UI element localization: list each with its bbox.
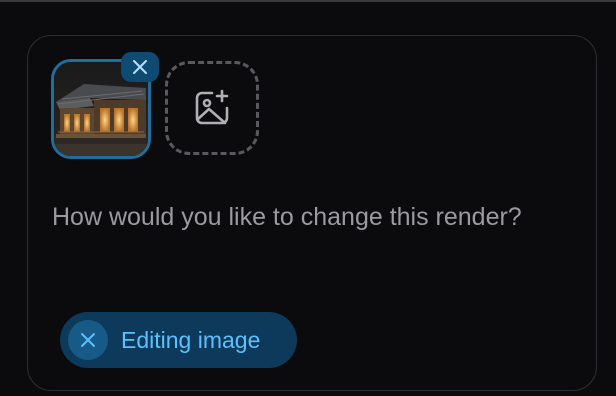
window-top-divider (0, 0, 616, 2)
add-image-icon (195, 89, 229, 125)
chip-label: Editing image (121, 326, 261, 353)
close-icon (81, 333, 95, 347)
close-icon (133, 60, 147, 74)
prompt-input[interactable]: How would you like to change this render… (52, 198, 552, 236)
remove-mode-button[interactable] (68, 320, 108, 360)
remove-attachment-button[interactable] (121, 52, 159, 82)
editing-image-chip: Editing image (60, 312, 297, 368)
add-image-button[interactable] (165, 61, 259, 155)
